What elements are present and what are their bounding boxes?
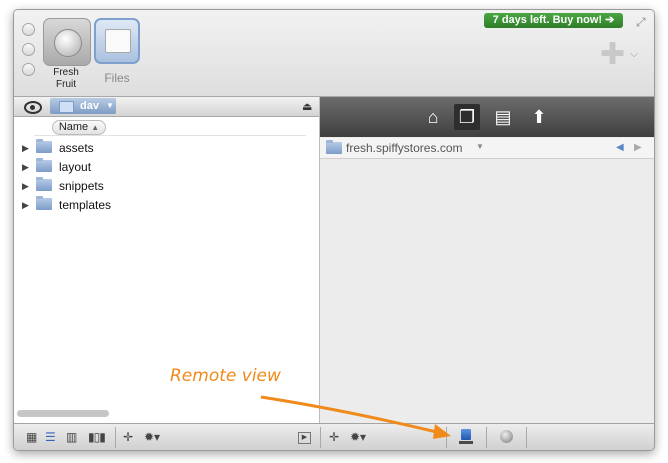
toolbar: Fresh Fruit Files 7 days left. Buy now! … [14, 10, 654, 97]
folder-icon [59, 101, 74, 113]
documents-icon[interactable]: ❐ [454, 104, 480, 130]
list-item[interactable]: ▶ templates [14, 195, 319, 214]
remote-file-browser [320, 159, 654, 423]
column-view-icon[interactable]: ▥ [66, 430, 77, 444]
path-bar: dav ▼ ⏏ [14, 97, 319, 117]
globe-icon [54, 29, 82, 57]
add-icon[interactable]: ✚ [600, 40, 625, 70]
eject-icon[interactable]: ⏏ [302, 100, 312, 113]
folder-icon [326, 140, 342, 154]
icon-view-icon[interactable]: ▦ [26, 430, 37, 444]
divider [34, 135, 306, 136]
upload-arrow-icon[interactable]: ⬆ [526, 104, 552, 130]
breadcrumb-label: dav [80, 100, 99, 112]
disclosure-triangle-icon[interactable]: ▶ [22, 181, 29, 192]
chevron-down-icon: ▼ [106, 101, 114, 110]
coverflow-view-icon[interactable]: ▮▯▮ [88, 430, 106, 444]
folder-icon [36, 139, 52, 153]
app-window: Fresh Fruit Files 7 days left. Buy now! … [13, 9, 655, 451]
files-box-icon [105, 29, 131, 53]
list-item[interactable]: ▶ snippets [14, 176, 319, 195]
divider [486, 427, 487, 448]
divider [115, 427, 116, 448]
forward-arrow-icon[interactable]: ▶ [634, 142, 642, 153]
minimize-window-button[interactable] [22, 43, 35, 56]
divider [526, 427, 527, 448]
file-name: templates [59, 198, 112, 212]
text-file-icon[interactable]: ▤ [490, 104, 516, 130]
annotation-label: Remote view [170, 366, 281, 386]
file-name: layout [59, 160, 92, 174]
disclosure-triangle-icon[interactable]: ▶ [22, 162, 29, 173]
folder-icon [36, 177, 52, 191]
breadcrumb-folder[interactable]: dav ▼ [50, 98, 116, 114]
disclosure-triangle-icon[interactable]: ▶ [22, 143, 29, 154]
file-name: snippets [59, 179, 104, 193]
fullscreen-icon[interactable]: ⤢ [636, 15, 646, 30]
gear-icon[interactable]: ✹▾ [144, 430, 160, 444]
remote-address[interactable]: fresh.spiffystores.com [346, 141, 462, 155]
site-fresh-fruit-button[interactable] [43, 18, 91, 66]
list-view-icon[interactable]: ☰ [45, 430, 56, 444]
folder-icon [36, 158, 52, 172]
files-tool-label: Files [104, 71, 130, 85]
zoom-window-button[interactable] [22, 63, 35, 76]
annotation-arrow [260, 395, 451, 439]
horizontal-scrollbar[interactable] [17, 410, 109, 417]
list-item[interactable]: ▶ assets [14, 138, 319, 157]
column-name-label: Name [58, 121, 89, 133]
disclosure-triangle-icon[interactable]: ▶ [22, 200, 29, 211]
column-header: Name ▲ [14, 118, 319, 136]
address-bar: fresh.spiffystores.com ▼ ◀ ▶ [320, 138, 654, 159]
list-item[interactable]: ▶ layout [14, 157, 319, 176]
add-item-icon[interactable]: ✛ [123, 430, 133, 444]
files-tool-button[interactable] [94, 18, 140, 64]
buy-now-button[interactable]: 7 days left. Buy now! ➔ [484, 13, 623, 28]
chevron-down-icon[interactable]: ⌵ [630, 48, 638, 61]
close-window-button[interactable] [22, 23, 35, 36]
web-view-icon[interactable] [500, 430, 513, 443]
remote-nav-bar: ⌂ ❐ ▤ ⬆ [320, 97, 654, 137]
sort-name-button[interactable]: Name ▲ [52, 120, 106, 135]
chevron-down-icon[interactable]: ▼ [476, 142, 484, 151]
back-arrow-icon[interactable]: ◀ [616, 142, 624, 153]
folder-icon [36, 196, 52, 210]
file-name: assets [59, 141, 94, 155]
home-icon[interactable]: ⌂ [420, 104, 446, 130]
site-fresh-fruit-label: Fresh Fruit [53, 67, 79, 90]
eye-icon[interactable] [24, 101, 42, 114]
